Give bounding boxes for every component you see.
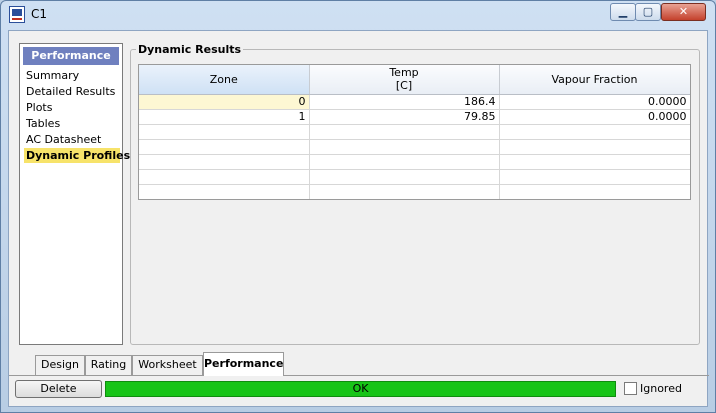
empty-cell[interactable] bbox=[139, 124, 310, 140]
empty-cell[interactable] bbox=[499, 199, 690, 200]
empty-cell[interactable] bbox=[309, 169, 500, 185]
empty-cell[interactable] bbox=[499, 154, 690, 170]
cell-vapour-fraction[interactable]: 0.0000 bbox=[499, 94, 690, 110]
cell-temp[interactable]: 79.85 bbox=[309, 109, 500, 125]
results-grid[interactable]: Zone Temp [C] Vapour Fraction 0 186.4 0.… bbox=[138, 64, 691, 200]
nav-item-detailed-results[interactable]: Detailed Results bbox=[24, 84, 122, 99]
window: C1 ▁ ▢ ✕ Performance Summary Detailed Re… bbox=[0, 0, 716, 413]
table-row-empty bbox=[139, 139, 690, 155]
cell-zone[interactable]: 1 bbox=[139, 109, 310, 125]
table-row-empty bbox=[139, 154, 690, 170]
table-row-empty bbox=[139, 169, 690, 185]
tab-design[interactable]: Design bbox=[35, 355, 85, 375]
page-nav: Performance Summary Detailed Results Plo… bbox=[19, 43, 130, 345]
column-header-zone[interactable]: Zone bbox=[139, 65, 310, 95]
empty-cell[interactable] bbox=[309, 124, 500, 140]
dynamic-results-group: Dynamic Results Zone Temp [C] Vapour Fra… bbox=[130, 43, 700, 345]
temp-header-label: Temp bbox=[389, 66, 419, 80]
nav-item-plots[interactable]: Plots bbox=[24, 100, 122, 115]
empty-cell[interactable] bbox=[309, 154, 500, 170]
cell-zone[interactable]: 0 bbox=[139, 94, 310, 110]
nav-item-summary[interactable]: Summary bbox=[24, 68, 122, 83]
hysys-app-icon[interactable] bbox=[9, 6, 25, 23]
minimize-button[interactable]: ▁ bbox=[610, 3, 636, 21]
header-row: Zone Temp [C] Vapour Fraction bbox=[139, 65, 690, 95]
empty-cell[interactable] bbox=[499, 139, 690, 155]
ignored-checkbox[interactable] bbox=[624, 382, 637, 395]
empty-cell[interactable] bbox=[139, 154, 310, 170]
nav-item-ac-datasheet[interactable]: AC Datasheet bbox=[24, 132, 122, 147]
app-icon-stripe bbox=[12, 18, 22, 20]
nav-header: Performance bbox=[23, 47, 119, 65]
empty-cell[interactable] bbox=[309, 139, 500, 155]
empty-cell[interactable] bbox=[499, 184, 690, 199]
empty-cell[interactable] bbox=[139, 199, 309, 200]
nav-item-dynamic-profiles[interactable]: Dynamic Profiles bbox=[24, 148, 130, 163]
temp-header-unit: [C] bbox=[395, 79, 413, 93]
column-header-vapour-fraction[interactable]: Vapour Fraction bbox=[499, 65, 690, 95]
close-button[interactable]: ✕ bbox=[661, 3, 706, 21]
empty-cell[interactable] bbox=[139, 184, 310, 199]
table-row-empty bbox=[139, 199, 690, 200]
table-row: 0 186.4 0.0000 bbox=[139, 94, 690, 110]
empty-cell[interactable] bbox=[309, 184, 500, 199]
results-table: Zone Temp [C] Vapour Fraction 0 186.4 0.… bbox=[139, 65, 690, 200]
group-title: Dynamic Results bbox=[136, 43, 244, 56]
title-bar[interactable]: C1 ▁ ▢ ✕ bbox=[1, 1, 715, 29]
tab-worksheet[interactable]: Worksheet bbox=[132, 355, 203, 375]
tab-performance[interactable]: Performance bbox=[203, 352, 284, 376]
nav-item-tables[interactable]: Tables bbox=[24, 116, 122, 131]
cell-vapour-fraction[interactable]: 0.0000 bbox=[499, 109, 690, 125]
empty-cell[interactable] bbox=[499, 169, 690, 185]
table-row-empty bbox=[139, 124, 690, 140]
empty-cell[interactable] bbox=[139, 169, 310, 185]
empty-cell[interactable] bbox=[309, 199, 499, 200]
vapour-fraction-header-label: Vapour Fraction bbox=[551, 72, 638, 86]
ignored-label[interactable]: Ignored bbox=[640, 382, 682, 395]
maximize-button[interactable]: ▢ bbox=[635, 3, 661, 21]
table-row: 1 79.85 0.0000 bbox=[139, 109, 690, 125]
column-header-temp[interactable]: Temp [C] bbox=[309, 65, 500, 95]
empty-cell[interactable] bbox=[139, 139, 310, 155]
zone-header-label: Zone bbox=[209, 72, 238, 86]
cell-temp[interactable]: 186.4 bbox=[309, 94, 500, 110]
status-bar: OK bbox=[105, 381, 616, 397]
tab-divider bbox=[9, 375, 709, 376]
tab-rating[interactable]: Rating bbox=[85, 355, 132, 375]
window-title: C1 bbox=[31, 7, 48, 21]
table-row-empty bbox=[139, 184, 690, 199]
app-icon-bar bbox=[12, 9, 22, 16]
delete-button[interactable]: Delete bbox=[15, 380, 102, 398]
property-view: Performance Summary Detailed Results Plo… bbox=[8, 30, 709, 407]
empty-cell[interactable] bbox=[499, 124, 690, 140]
